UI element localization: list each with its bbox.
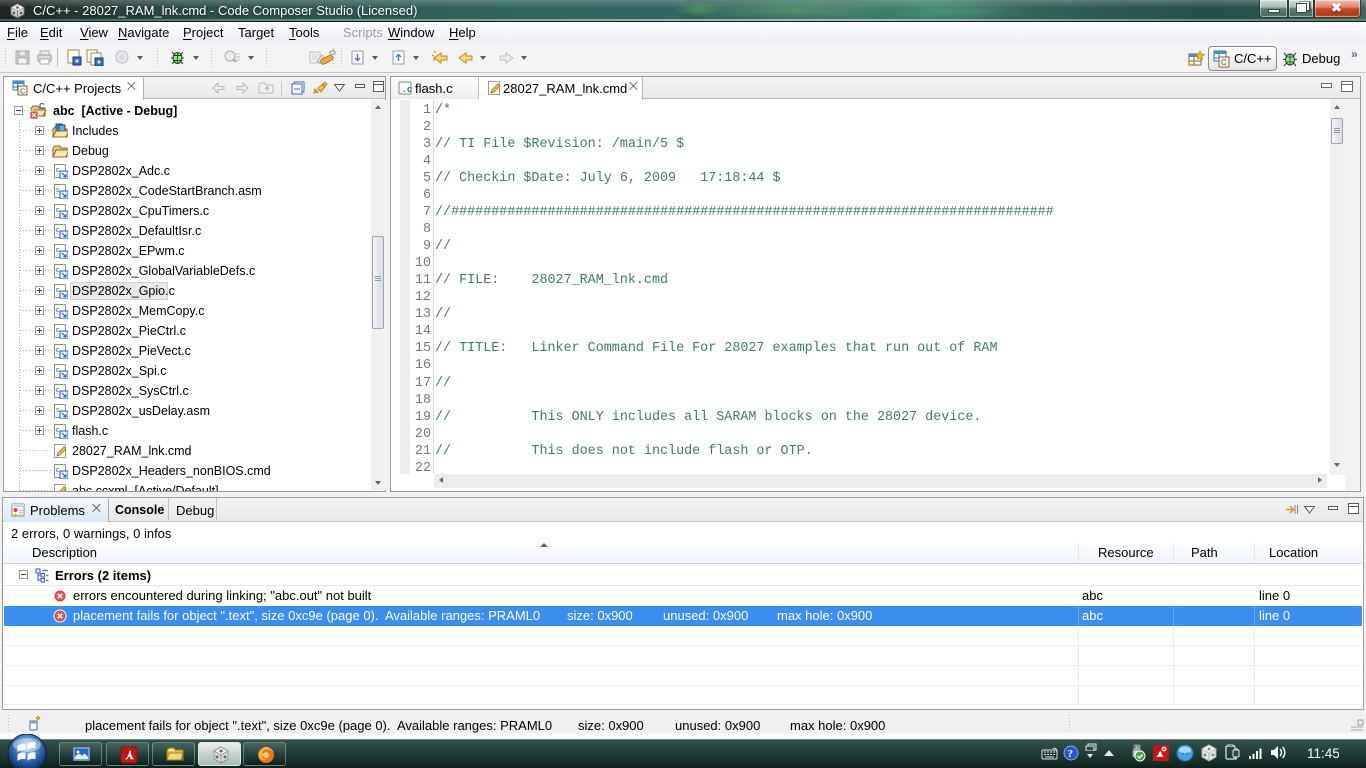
svg-text:C: C bbox=[1221, 58, 1227, 67]
svg-text:?: ? bbox=[1068, 748, 1074, 760]
